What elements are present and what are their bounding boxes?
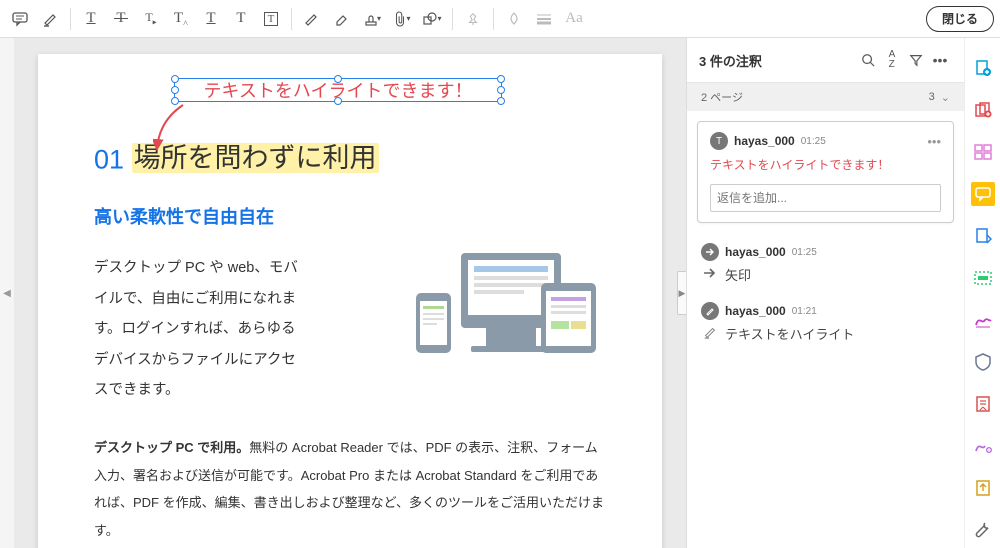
edit-pdf-icon[interactable] — [971, 434, 995, 458]
arrow-annotation-type-icon — [701, 243, 719, 261]
right-toolbar — [964, 38, 1000, 548]
highlight-icon — [703, 325, 717, 342]
comment-row[interactable]: hayas_000 01:21 テキストをハイライト — [697, 294, 954, 353]
body-paragraph: デスクトップ PC や web、モバイルで、自由にご利用になれます。ログインすれ… — [94, 253, 304, 405]
comments-tool-icon[interactable] — [971, 182, 995, 206]
compress-icon[interactable] — [971, 392, 995, 416]
resize-handle[interactable] — [334, 75, 342, 83]
comment-row[interactable]: hayas_000 01:25 矢印 — [697, 235, 954, 294]
close-button[interactable]: 閉じる — [926, 6, 994, 32]
text-annotation-type-icon: T — [710, 132, 728, 150]
eraser-icon[interactable] — [328, 5, 356, 33]
organize-pages-icon[interactable] — [971, 140, 995, 164]
text-annotation-box[interactable]: テキストをハイライトできます！ — [174, 78, 502, 102]
resize-handle[interactable] — [497, 97, 505, 105]
document-viewport: テキストをハイライトできます！ 01 場所を問わずに利用 高い柔軟性で自由自在 — [14, 38, 686, 548]
create-pdf-icon[interactable] — [971, 56, 995, 80]
subtitle: 高い柔軟性で自由自在 — [94, 203, 606, 229]
strikethrough-text-icon[interactable]: T — [107, 5, 135, 33]
insert-text-icon[interactable]: T˄ — [167, 5, 195, 33]
comment-page-count: 3 — [929, 91, 935, 103]
page-label: 2 ページ — [701, 89, 743, 105]
comment-body: 矢印 — [725, 265, 751, 284]
highlight-tool-icon[interactable] — [36, 5, 64, 33]
arrow-icon — [703, 267, 717, 282]
separator — [452, 8, 453, 30]
comment-tool-icon[interactable] — [6, 5, 34, 33]
resize-handle[interactable] — [334, 97, 342, 105]
comment-time: 01:25 — [801, 136, 826, 147]
resize-handle[interactable] — [171, 86, 179, 94]
separator — [493, 8, 494, 30]
devices-illustration — [406, 243, 606, 393]
underline-text-icon[interactable]: T — [77, 5, 105, 33]
resize-handle[interactable] — [497, 86, 505, 94]
comment-body: テキストをハイライト — [725, 324, 854, 343]
sign-icon[interactable] — [971, 308, 995, 332]
comment-author: hayas_000 — [725, 245, 786, 259]
sort-icon[interactable]: AZ — [880, 48, 904, 72]
textbox-icon[interactable]: T — [257, 5, 285, 33]
comment-time: 01:25 — [792, 247, 817, 258]
comment-card-active[interactable]: T hayas_000 01:25 ••• テキストをハイライトできます！ — [697, 121, 954, 223]
protect-icon[interactable] — [971, 350, 995, 374]
pin-icon[interactable] — [459, 5, 487, 33]
comment-time: 01:21 — [792, 306, 817, 317]
redact-icon[interactable] — [971, 266, 995, 290]
arrow-annotation[interactable] — [153, 103, 189, 153]
page: テキストをハイライトできます！ 01 場所を問わずに利用 高い柔軟性で自由自在 — [38, 54, 662, 548]
reply-input[interactable] — [710, 184, 941, 212]
panel-collapse-handle[interactable]: ▶ — [677, 271, 686, 315]
shapes-icon[interactable]: ▾ — [418, 5, 446, 33]
separator — [291, 8, 292, 30]
comment-more-icon[interactable]: ••• — [927, 134, 941, 149]
comments-panel: 3 件の注釈 AZ ••• 2 ページ 3 ⌄ T hayas_000 01:2… — [686, 38, 964, 548]
highlight-annotation-type-icon — [701, 302, 719, 320]
replace-text-icon[interactable]: T▸ — [137, 5, 165, 33]
textmark-icon[interactable]: T — [197, 5, 225, 33]
export-pdf-icon[interactable] — [971, 224, 995, 248]
legend-paragraph: デスクトップ PC で利用。無料の Acrobat Reader では、PDF … — [94, 434, 606, 546]
comment-author: hayas_000 — [734, 134, 795, 148]
more-icon[interactable]: ••• — [928, 48, 952, 72]
comments-count: 3 件の注釈 — [699, 51, 856, 70]
search-icon[interactable] — [856, 48, 880, 72]
stamp-icon[interactable]: ▾ — [358, 5, 386, 33]
add-text-icon[interactable]: T — [227, 5, 255, 33]
more-tools-icon[interactable] — [971, 518, 995, 542]
font-icon[interactable]: Aa — [560, 5, 588, 33]
scroll-left[interactable]: ◀ — [0, 38, 14, 548]
annotation-toolbar: T T T▸ T˄ T T T ▾ ▾ ▾ Aa 閉じる — [0, 0, 1000, 38]
draw-freehand-icon[interactable] — [298, 5, 326, 33]
resize-handle[interactable] — [497, 75, 505, 83]
color-picker-icon[interactable] — [500, 5, 528, 33]
chevron-down-icon[interactable]: ⌄ — [941, 91, 950, 104]
comment-body: テキストをハイライトできます！ — [710, 156, 941, 174]
line-weight-icon[interactable] — [530, 5, 558, 33]
filter-icon[interactable] — [904, 48, 928, 72]
chapter-number: 01 — [94, 144, 124, 174]
resize-handle[interactable] — [171, 75, 179, 83]
separator — [70, 8, 71, 30]
combine-files-icon[interactable] — [971, 98, 995, 122]
fill-form-icon[interactable] — [971, 476, 995, 500]
attach-file-icon[interactable]: ▾ — [388, 5, 416, 33]
comment-author: hayas_000 — [725, 304, 786, 318]
